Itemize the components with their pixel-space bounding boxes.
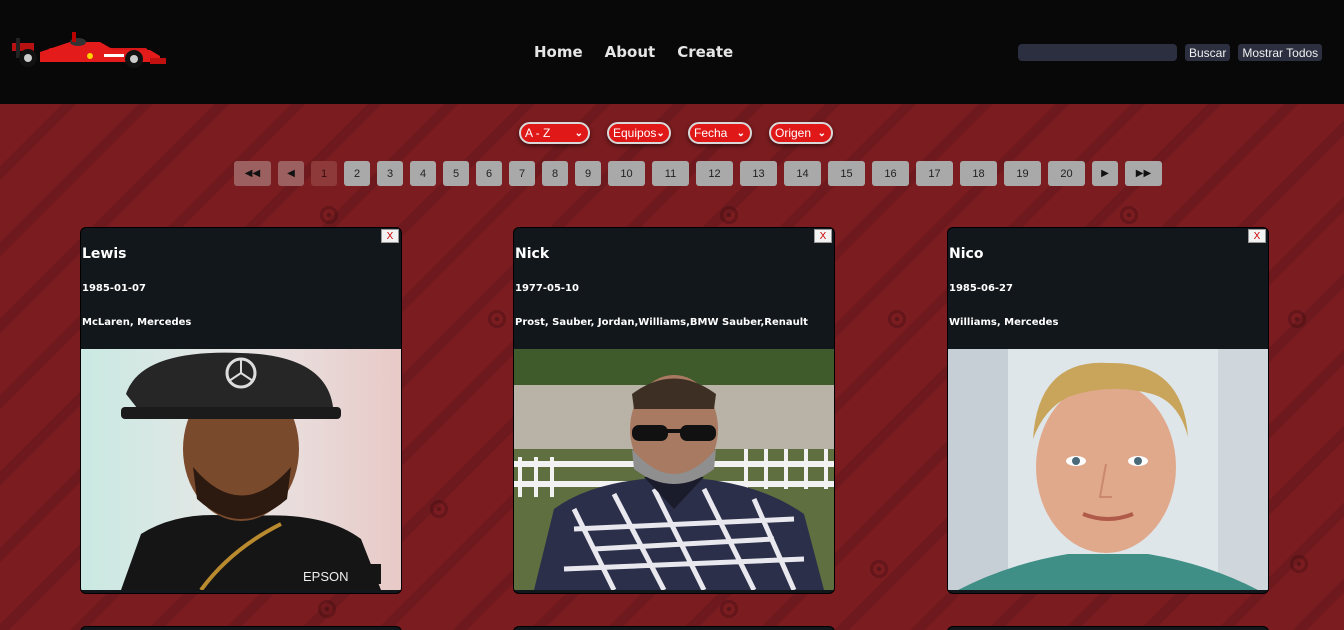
chevron-down-icon: ⌄	[817, 127, 826, 139]
search-input[interactable]	[1018, 44, 1177, 61]
driver-teams: Prost, Sauber, Jordan,Williams,BMW Saube…	[515, 317, 808, 328]
page-button-18[interactable]: 18	[960, 161, 997, 186]
team-filter-value: Equipos	[613, 126, 657, 140]
search-button[interactable]: Buscar	[1185, 44, 1231, 61]
page-button-20[interactable]: 20	[1048, 161, 1085, 186]
ferrari-car-logo-icon[interactable]	[10, 28, 168, 72]
driver-name: Nick	[515, 246, 550, 262]
page-button-6[interactable]: 6	[476, 161, 502, 186]
next-page-button[interactable]: ▶	[1092, 161, 1118, 186]
ring-decoration	[870, 560, 888, 578]
pagination: ◀◀ ◀ 1 2 3 4 5 6 7 8 9 10 11 12 13 14 15…	[234, 161, 1162, 186]
ring-decoration	[318, 600, 336, 618]
driver-photo	[514, 349, 834, 590]
ring-decoration	[720, 600, 738, 618]
driver-dob: 1985-01-07	[82, 283, 146, 294]
page-button-1[interactable]: 1	[311, 161, 337, 186]
close-card-button[interactable]: X	[381, 229, 399, 243]
chevron-down-icon: ⌄	[574, 127, 583, 139]
driver-photo: EPSON	[81, 349, 401, 590]
page-button-11[interactable]: 11	[652, 161, 689, 186]
ring-decoration	[888, 310, 906, 328]
close-card-button[interactable]: X	[814, 229, 832, 243]
page-button-15[interactable]: 15	[828, 161, 865, 186]
top-header: Home About Create Buscar Mostrar Todos	[0, 0, 1344, 104]
sort-alpha-select[interactable]: A - Z ⌄	[519, 122, 590, 144]
page-button-2[interactable]: 2	[344, 161, 370, 186]
page-button-9[interactable]: 9	[575, 161, 601, 186]
ring-decoration	[430, 500, 448, 518]
driver-name: Nico	[949, 246, 984, 262]
last-page-button[interactable]: ▶▶	[1125, 161, 1162, 186]
ring-decoration	[1120, 206, 1138, 224]
date-filter-value: Fecha	[694, 126, 728, 140]
filter-bar: A - Z ⌄ Equipos ⌄ Fecha ⌄ Origen ⌄	[519, 122, 833, 144]
nav-create-link[interactable]: Create	[677, 43, 733, 61]
ring-decoration	[720, 206, 738, 224]
page-button-12[interactable]: 12	[696, 161, 733, 186]
driver-card[interactable]: X Nico 1985-06-27 Williams, Mercedes	[947, 227, 1269, 594]
driver-card-partial[interactable]	[947, 626, 1269, 630]
driver-card-partial[interactable]	[513, 626, 835, 630]
page-button-14[interactable]: 14	[784, 161, 821, 186]
driver-card[interactable]: X Lewis 1985-01-07 McLaren, Mercedes EPS…	[80, 227, 402, 594]
team-filter-select[interactable]: Equipos ⌄	[607, 122, 671, 144]
chevron-down-icon: ⌄	[656, 127, 665, 139]
sort-alpha-value: A - Z	[525, 126, 551, 140]
first-page-button[interactable]: ◀◀	[234, 161, 271, 186]
ring-decoration	[1288, 310, 1306, 328]
ring-decoration	[1290, 555, 1308, 573]
driver-dob: 1977-05-10	[515, 283, 579, 294]
origin-filter-value: Origen	[775, 126, 812, 140]
page-button-10[interactable]: 10	[608, 161, 645, 186]
page-button-5[interactable]: 5	[443, 161, 469, 186]
date-filter-select[interactable]: Fecha ⌄	[688, 122, 752, 144]
nav-about-link[interactable]: About	[605, 43, 656, 61]
main-nav: Home About Create	[534, 43, 733, 61]
driver-card[interactable]: X Nick 1977-05-10 Prost, Sauber, Jordan,…	[513, 227, 835, 594]
page-button-13[interactable]: 13	[740, 161, 777, 186]
prev-page-button[interactable]: ◀	[278, 161, 304, 186]
page-button-17[interactable]: 17	[916, 161, 953, 186]
ring-decoration	[320, 206, 338, 224]
driver-name: Lewis	[82, 246, 127, 262]
page-button-3[interactable]: 3	[377, 161, 403, 186]
chevron-down-icon: ⌄	[736, 127, 745, 139]
driver-card-partial[interactable]	[80, 626, 402, 630]
driver-teams: Williams, Mercedes	[949, 317, 1059, 328]
close-card-button[interactable]: X	[1248, 229, 1266, 243]
page-button-16[interactable]: 16	[872, 161, 909, 186]
show-all-button[interactable]: Mostrar Todos	[1238, 44, 1323, 61]
origin-filter-select[interactable]: Origen ⌄	[769, 122, 833, 144]
svg-text:EPSON: EPSON	[303, 569, 349, 584]
driver-photo	[948, 349, 1268, 590]
ring-decoration	[488, 310, 506, 328]
page-button-4[interactable]: 4	[410, 161, 436, 186]
nav-home-link[interactable]: Home	[534, 43, 583, 61]
driver-teams: McLaren, Mercedes	[82, 317, 192, 328]
driver-dob: 1985-06-27	[949, 283, 1013, 294]
search-bar: Buscar Mostrar Todos	[1018, 44, 1323, 61]
page-button-8[interactable]: 8	[542, 161, 568, 186]
page-button-7[interactable]: 7	[509, 161, 535, 186]
page-button-19[interactable]: 19	[1004, 161, 1041, 186]
